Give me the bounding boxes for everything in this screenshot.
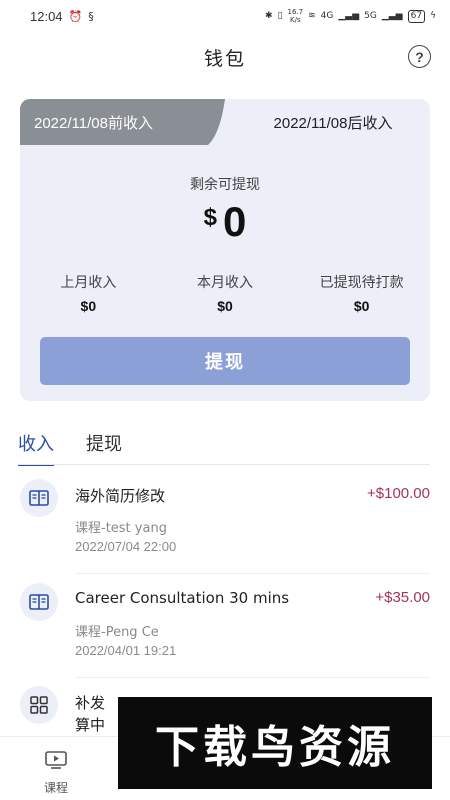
transaction-title-line2: 算中 bbox=[75, 716, 106, 734]
balance-value: 0 bbox=[223, 198, 247, 245]
stat-value: $0 bbox=[217, 298, 233, 314]
tab-income[interactable]: 收入 bbox=[18, 430, 54, 466]
battery-level: 67 bbox=[407, 9, 426, 23]
transaction-title: 海外简历修改 bbox=[75, 487, 166, 505]
net-speed-unit: K/s bbox=[290, 16, 301, 24]
withdraw-button[interactable]: 提现 bbox=[40, 337, 410, 385]
balance-row: $ 0 bbox=[20, 198, 430, 246]
transaction-subtitle: 课程-test yang bbox=[75, 521, 167, 536]
transaction-amount: +$35.00 bbox=[375, 589, 430, 606]
stat-value: $0 bbox=[80, 298, 97, 314]
status-time: 12:04 bbox=[30, 8, 63, 24]
nav-item-courses[interactable]: 课程 bbox=[30, 751, 82, 796]
wifi-icon: ≋ bbox=[308, 11, 316, 21]
transaction-date: 2022/07/04 22:00 bbox=[75, 539, 177, 554]
transaction-title: 补发 bbox=[75, 694, 106, 712]
stat-pending-payout: 已提现待打款 $0 bbox=[293, 272, 430, 314]
transaction-subtitle: 课程-Peng Ce bbox=[75, 625, 159, 640]
signal-icon: ▁▃▅ bbox=[338, 11, 360, 21]
income-period-tabs: 2022/11/08前收入 2022/11/08后收入 bbox=[20, 99, 430, 145]
watermark-banner: 下载鸟资源 bbox=[118, 697, 432, 789]
balance-label: 剩余可提现 bbox=[190, 177, 260, 193]
signal-5g: 5G bbox=[364, 11, 377, 21]
section-tabs: 收入 提现 bbox=[18, 430, 122, 466]
charging-icon: ϟ bbox=[430, 11, 436, 21]
alarm-icon: ⏰ bbox=[68, 9, 83, 23]
wallet-card: 2022/11/08前收入 2022/11/08后收入 剩余可提现 $ 0 上月… bbox=[20, 99, 430, 401]
tab-before-date[interactable]: 2022/11/08前收入 bbox=[34, 99, 153, 145]
stat-value: $0 bbox=[353, 298, 370, 314]
status-bar: 12:04 ⏰ § ✱ ▯ 16.7 K/s ≋ 4G ▁▃▅ 5G ▁▃▅ 6… bbox=[0, 0, 450, 32]
bluetooth-icon: ✱ bbox=[265, 11, 273, 21]
divider bbox=[75, 573, 430, 574]
video-icon bbox=[45, 751, 67, 773]
help-icon[interactable]: ? bbox=[408, 45, 431, 68]
tab-withdrawals[interactable]: 提现 bbox=[86, 430, 122, 464]
signal-4g: 4G bbox=[320, 11, 334, 21]
currency-symbol: $ bbox=[203, 204, 217, 231]
signal-icon-2: ▁▃▅ bbox=[381, 11, 403, 21]
net-speed-value: 16.7 bbox=[287, 8, 304, 16]
transaction-title: Career Consultation 30 mins bbox=[75, 589, 290, 607]
stat-last-month: 上月收入 $0 bbox=[20, 272, 157, 314]
transaction-amount: +$100.00 bbox=[367, 485, 430, 502]
divider bbox=[75, 677, 430, 678]
page-title: 钱包 bbox=[203, 47, 246, 70]
tab-after-date[interactable]: 2022/11/08后收入 bbox=[238, 99, 428, 145]
sync-icon: § bbox=[88, 9, 94, 23]
stat-this-month: 本月收入 $0 bbox=[157, 272, 294, 314]
book-icon bbox=[20, 479, 58, 517]
nav-label: 课程 bbox=[43, 781, 68, 795]
transaction-date: 2022/04/01 19:21 bbox=[75, 643, 177, 658]
grid-icon bbox=[20, 686, 58, 724]
vibrate-icon: ▯ bbox=[277, 11, 283, 21]
stat-label: 本月收入 bbox=[197, 275, 253, 291]
net-speed: 16.7 K/s bbox=[288, 8, 304, 24]
book-icon bbox=[20, 583, 58, 621]
stat-label: 上月收入 bbox=[60, 275, 117, 291]
header: 钱包 ? bbox=[0, 38, 450, 76]
divider bbox=[18, 464, 430, 465]
stat-label: 已提现待打款 bbox=[319, 275, 404, 291]
income-stats: 上月收入 $0 本月收入 $0 已提现待打款 $0 bbox=[20, 272, 430, 314]
